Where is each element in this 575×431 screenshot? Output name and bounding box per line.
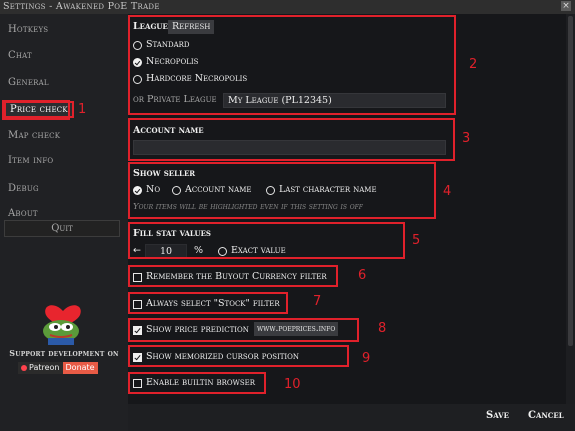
annotation-number-6: 6 — [358, 268, 367, 283]
sidebar-item-about[interactable]: About — [8, 208, 38, 219]
annotation-box-2 — [128, 15, 456, 115]
sidebar-item-debug[interactable]: Debug — [8, 183, 39, 194]
patreon-badge[interactable]: Patreon Donate — [18, 362, 98, 374]
annotation-box-6 — [128, 265, 338, 287]
annotation-number-3: 3 — [462, 131, 471, 146]
title-bar: Settings - Awakened PoE Trade × — [0, 0, 575, 14]
annotation-box-4 — [128, 162, 436, 219]
annotation-box-5 — [128, 222, 405, 259]
annotation-number-7: 7 — [313, 294, 322, 309]
annotation-box-9 — [128, 345, 349, 367]
patreon-logo[interactable]: Patreon — [18, 362, 63, 374]
annotation-box-8 — [128, 318, 359, 342]
save-button[interactable]: Save — [486, 410, 509, 421]
annotation-number-5: 5 — [412, 233, 421, 248]
sidebar-item-map-check[interactable]: Map check — [8, 130, 60, 141]
donate-button[interactable]: Donate — [62, 362, 98, 374]
scrollbar[interactable] — [566, 14, 575, 404]
annotation-number-2: 2 — [469, 57, 478, 72]
scrollbar-thumb[interactable] — [568, 16, 573, 346]
annotation-number-1: 1 — [78, 102, 87, 117]
mascot-image — [43, 305, 81, 345]
patreon-icon — [21, 365, 27, 371]
sidebar-item-item-info[interactable]: Item info — [8, 155, 53, 166]
annotation-number-10: 10 — [284, 377, 301, 392]
quit-button[interactable]: Quit — [4, 220, 120, 237]
support-text: Support development on — [9, 348, 119, 358]
cancel-button[interactable]: Cancel — [528, 410, 564, 421]
annotation-box-1 — [2, 100, 70, 120]
annotation-box-3 — [128, 118, 455, 161]
window-title: Settings - Awakened PoE Trade — [3, 1, 160, 12]
annotation-number-4: 4 — [443, 184, 452, 199]
annotation-number-8: 8 — [378, 321, 387, 336]
annotation-box-10 — [128, 372, 266, 394]
sidebar-item-hotkeys[interactable]: Hotkeys — [8, 24, 48, 35]
patreon-label: Patreon — [29, 363, 60, 372]
close-icon[interactable]: × — [561, 1, 571, 11]
sidebar-item-chat[interactable]: Chat — [8, 50, 32, 61]
sidebar-item-general[interactable]: General — [8, 77, 49, 88]
annotation-number-9: 9 — [362, 351, 371, 366]
annotation-box-7 — [128, 292, 288, 314]
